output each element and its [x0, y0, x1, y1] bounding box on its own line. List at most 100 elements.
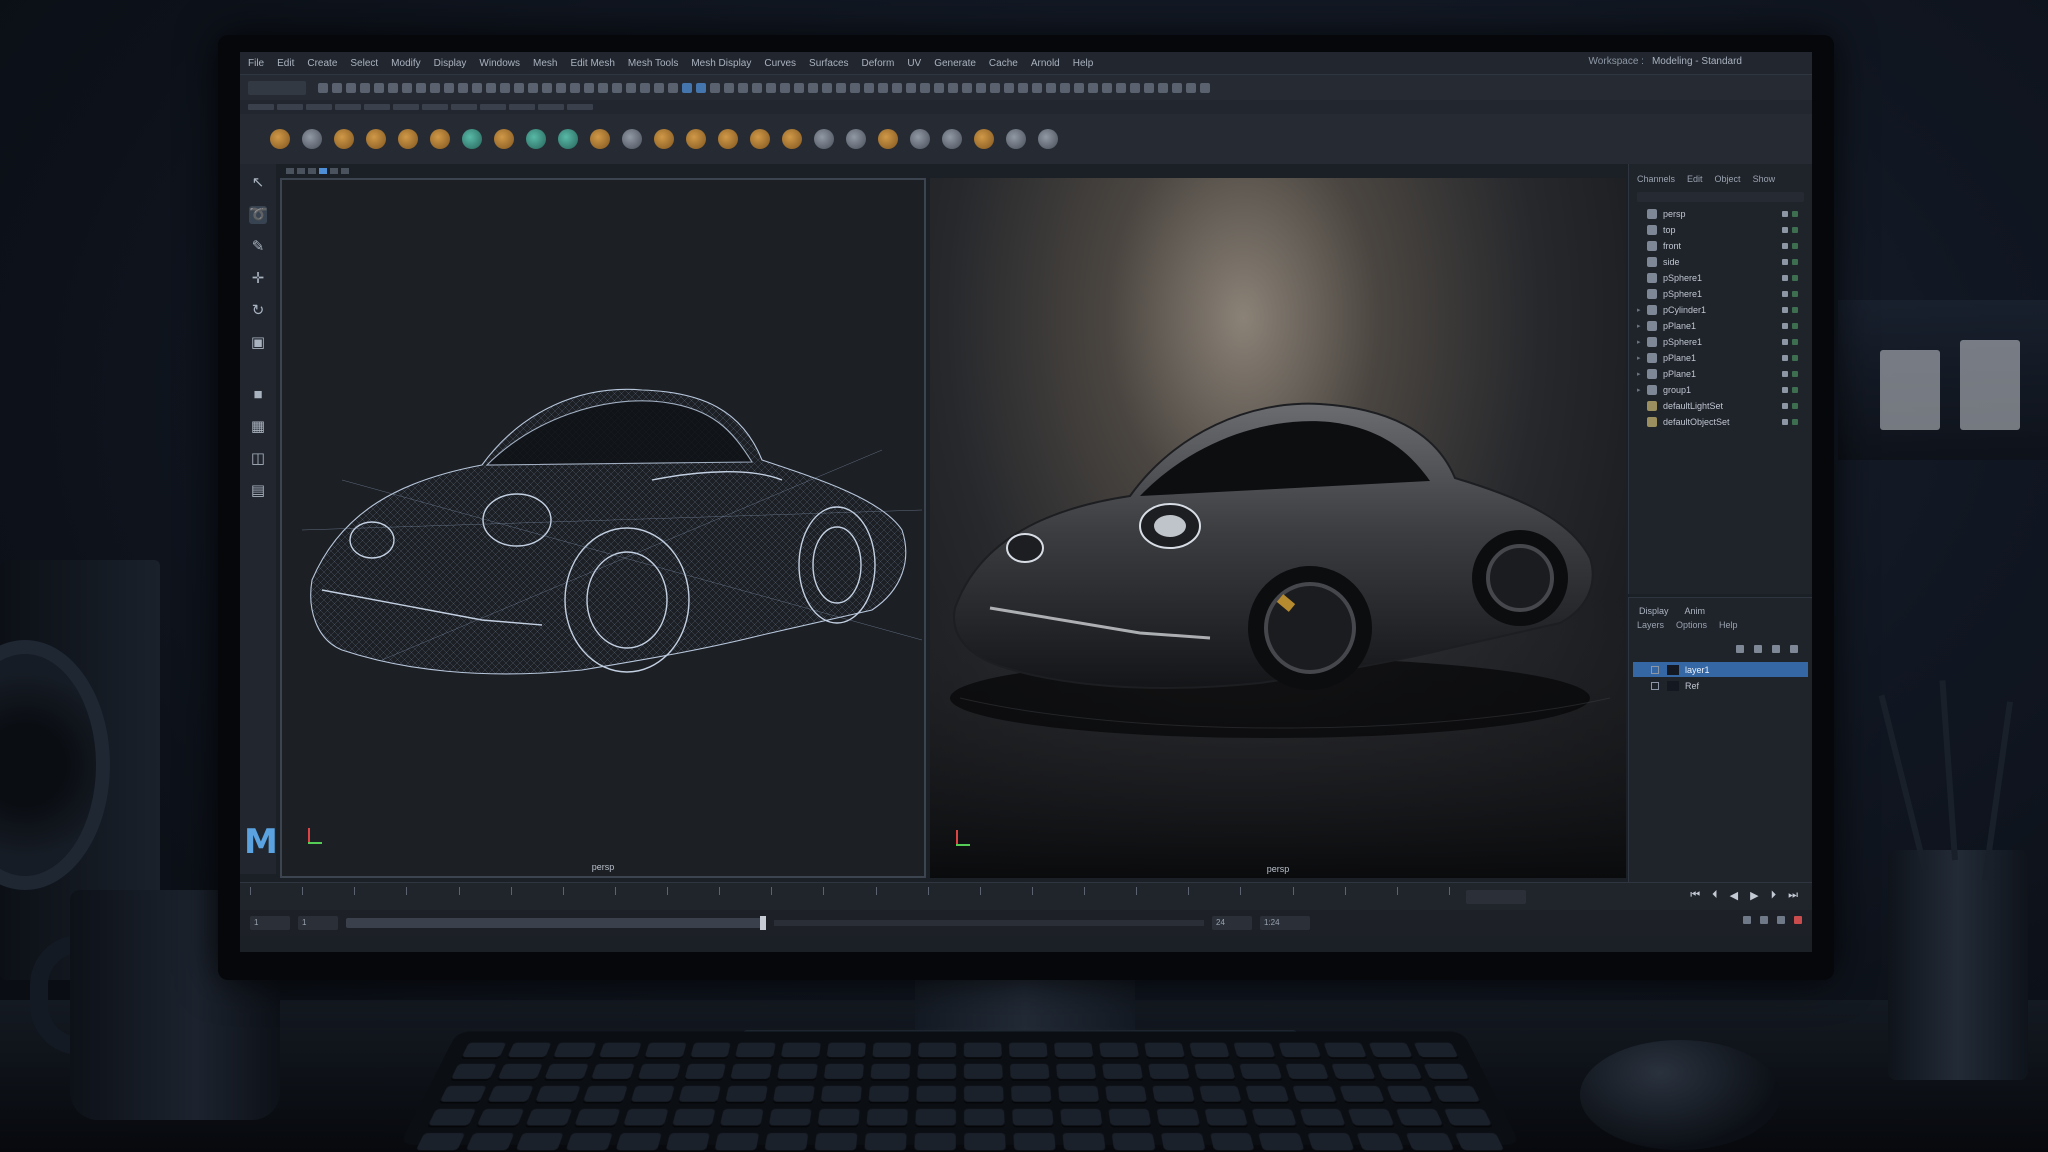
status-line-button[interactable]	[472, 82, 482, 93]
status-line-button[interactable]	[542, 82, 552, 93]
shelf-tool-icon[interactable]	[878, 129, 898, 149]
shelf-tool-icon[interactable]	[654, 129, 674, 149]
outliner-tab-channels[interactable]: Channels	[1637, 174, 1675, 188]
record-key-icon[interactable]	[1794, 916, 1802, 924]
status-line-button[interactable]	[388, 82, 398, 93]
menu-edit-mesh[interactable]: Edit Mesh	[570, 58, 614, 69]
shelf-tool-icon[interactable]	[782, 129, 802, 149]
visibility-flags[interactable]	[1782, 259, 1798, 265]
lasso-tool-icon[interactable]: ➰	[249, 206, 268, 224]
shelf-tab[interactable]	[393, 104, 419, 110]
status-line-button[interactable]	[1186, 82, 1196, 93]
outliner-tab-show[interactable]: Show	[1753, 174, 1776, 188]
layer-menu-options[interactable]: Options	[1676, 620, 1707, 636]
menu-surfaces[interactable]: Surfaces	[809, 58, 848, 69]
select-tool-icon[interactable]: ↖	[249, 174, 267, 192]
menu-modify[interactable]: Modify	[391, 58, 420, 69]
status-line-button[interactable]	[724, 82, 734, 93]
play-forward-icon[interactable]: ▶	[1750, 889, 1758, 902]
outliner-search-input[interactable]	[1637, 192, 1804, 202]
menu-mesh-display[interactable]: Mesh Display	[691, 58, 751, 69]
status-line-button[interactable]	[766, 82, 776, 93]
outliner-item[interactable]: defaultObjectSet	[1629, 414, 1812, 430]
status-line-button[interactable]	[1158, 82, 1168, 93]
outliner-item[interactable]: top	[1629, 222, 1812, 238]
shelf-tool-icon[interactable]	[334, 129, 354, 149]
status-line-button[interactable]	[1200, 82, 1210, 93]
start-frame-field[interactable]: 1	[250, 916, 290, 930]
shelf-tool-icon[interactable]	[750, 129, 770, 149]
status-line-button[interactable]	[1046, 82, 1056, 93]
workspace-selector[interactable]: Workspace : Modeling - Standard	[1589, 56, 1742, 67]
status-line-button[interactable]	[948, 82, 958, 93]
status-line-button[interactable]	[528, 82, 538, 93]
status-line-button[interactable]	[430, 82, 440, 93]
layer-visibility-toggle[interactable]	[1651, 681, 1659, 690]
status-line-button[interactable]	[1088, 82, 1098, 93]
layer-visibility-toggle[interactable]	[1651, 665, 1659, 674]
status-line-button[interactable]	[598, 82, 608, 93]
status-line-button[interactable]	[836, 82, 846, 93]
status-line-button[interactable]	[1074, 82, 1084, 93]
paint-select-icon[interactable]: ✎	[249, 238, 267, 256]
status-line-button[interactable]	[878, 82, 888, 93]
shelf-tool-icon[interactable]	[910, 129, 930, 149]
menu-uv[interactable]: UV	[907, 58, 921, 69]
shelf-tool-icon[interactable]	[462, 129, 482, 149]
expand-arrow-icon[interactable]: ▸	[1637, 386, 1647, 394]
time-slider[interactable]: ⏮ ⏴ ◀ ▶ ⏵ ⏭	[240, 882, 1812, 910]
sound-icon[interactable]	[1777, 916, 1785, 924]
viewport-rendered[interactable]: persp	[930, 178, 1626, 878]
move-layer-up-icon[interactable]	[1736, 645, 1744, 653]
shelf-tool-icon[interactable]	[302, 129, 322, 149]
outliner-tab-edit[interactable]: Edit	[1687, 174, 1703, 188]
visibility-flags[interactable]	[1782, 243, 1798, 249]
status-line-button[interactable]	[332, 82, 342, 93]
layer-menu-help[interactable]: Help	[1719, 620, 1738, 636]
status-line-button[interactable]	[934, 82, 944, 93]
status-line-button[interactable]	[458, 82, 468, 93]
status-line-button[interactable]	[794, 82, 804, 93]
shelf-tool-icon[interactable]	[942, 129, 962, 149]
range-slider[interactable]	[346, 916, 766, 930]
outliner-item[interactable]: ▸ pSphere1	[1629, 334, 1812, 350]
shelf-tool-icon[interactable]	[622, 129, 642, 149]
menu-edit[interactable]: Edit	[277, 58, 294, 69]
shelf-tool-icon[interactable]	[526, 129, 546, 149]
status-line-button[interactable]	[752, 82, 762, 93]
shelf-tool-icon[interactable]	[974, 129, 994, 149]
status-line-button[interactable]	[612, 82, 622, 93]
visibility-flags[interactable]	[1782, 291, 1798, 297]
layer-color-swatch[interactable]	[1667, 664, 1679, 675]
menu-cache[interactable]: Cache	[989, 58, 1018, 69]
shelf-tool-icon[interactable]	[686, 129, 706, 149]
shelf-tool-icon[interactable]	[1038, 129, 1058, 149]
visibility-flags[interactable]	[1782, 419, 1798, 425]
range-start-field[interactable]: 1	[298, 916, 338, 930]
menu-deform[interactable]: Deform	[862, 58, 895, 69]
menu-select[interactable]: Select	[350, 58, 378, 69]
outliner-item[interactable]: defaultLightSet	[1629, 398, 1812, 414]
visibility-flags[interactable]	[1782, 403, 1798, 409]
shelf-tool-icon[interactable]	[398, 129, 418, 149]
status-line-button[interactable]	[1116, 82, 1126, 93]
status-line-button[interactable]	[1004, 82, 1014, 93]
move-tool-icon[interactable]: ✛	[249, 270, 267, 288]
shelf-tab[interactable]	[451, 104, 477, 110]
shelf-tab[interactable]	[248, 104, 274, 110]
shelf-tool-icon[interactable]	[558, 129, 578, 149]
status-line-button[interactable]	[1102, 82, 1112, 93]
expand-arrow-icon[interactable]: ▸	[1637, 338, 1647, 346]
shelf-tab[interactable]	[509, 104, 535, 110]
menu-create[interactable]: Create	[307, 58, 337, 69]
outliner-item[interactable]: side	[1629, 254, 1812, 270]
shelf-tool-icon[interactable]	[430, 129, 450, 149]
menu-display[interactable]: Display	[434, 58, 467, 69]
single-view-icon[interactable]: ■	[249, 386, 267, 404]
auto-key-icon[interactable]	[1743, 916, 1751, 924]
move-layer-down-icon[interactable]	[1754, 645, 1762, 653]
status-line-button[interactable]	[990, 82, 1000, 93]
status-line-button[interactable]	[626, 82, 636, 93]
expand-arrow-icon[interactable]: ▸	[1637, 306, 1647, 314]
shelf-tool-icon[interactable]	[814, 129, 834, 149]
